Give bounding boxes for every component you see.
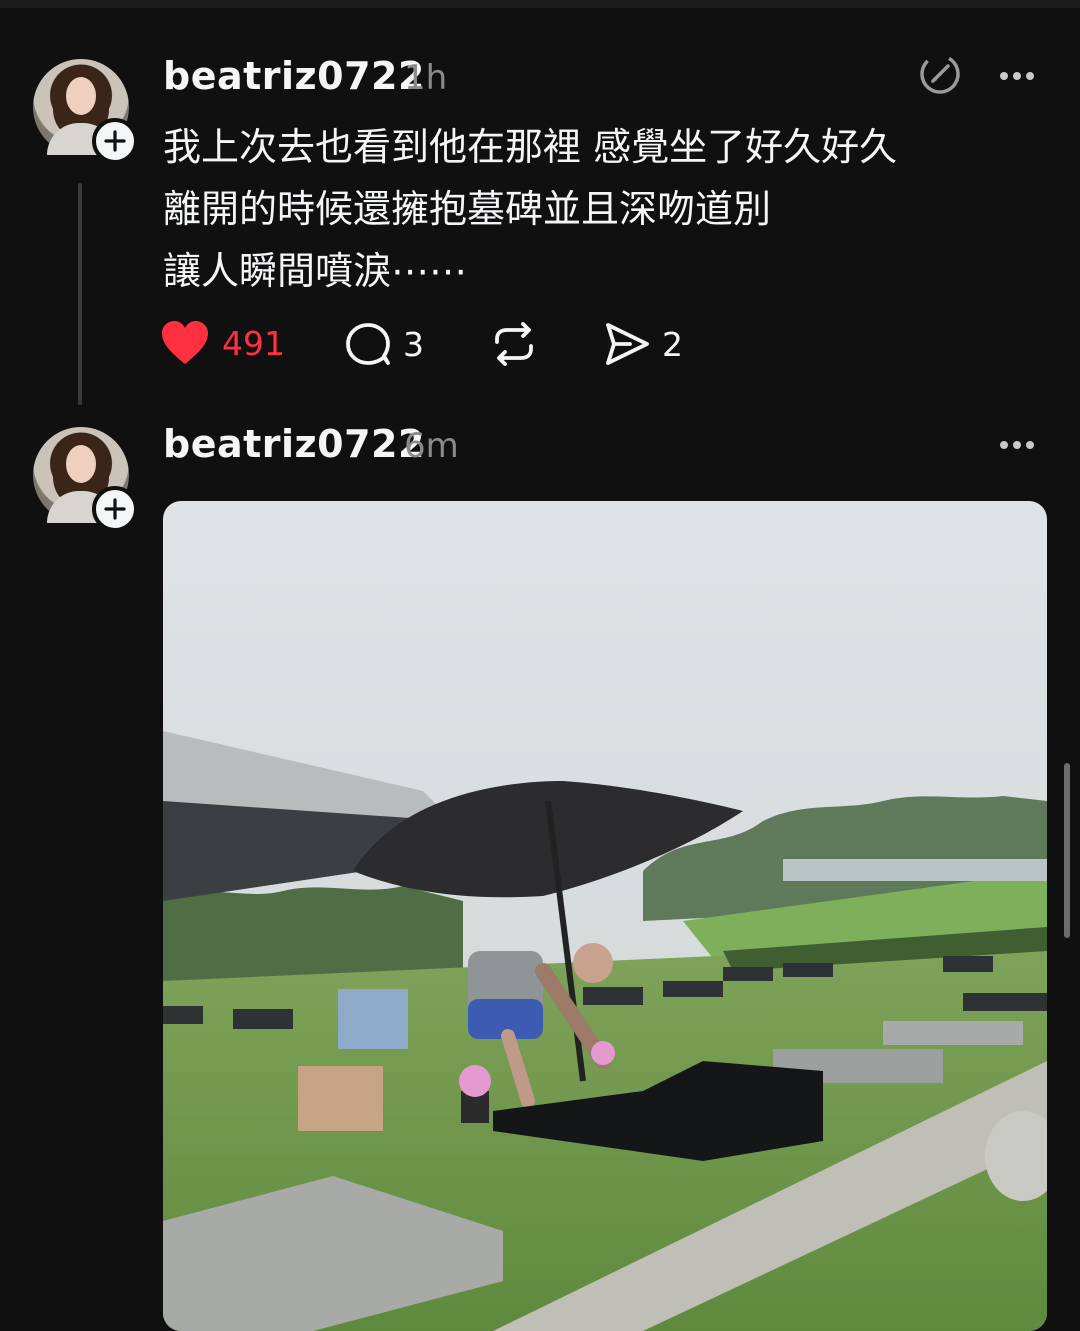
post-timestamp: 1h — [404, 58, 448, 98]
plus-icon — [104, 498, 126, 520]
heart-icon — [162, 321, 208, 364]
share-button[interactable]: 2 — [604, 321, 683, 367]
repost-button[interactable] — [491, 321, 537, 367]
status-divider — [0, 0, 1080, 8]
like-button[interactable]: 491 — [160, 320, 285, 366]
post-username[interactable]: beatriz0722 — [163, 422, 425, 466]
cemetery-photo — [163, 501, 1047, 1331]
repost-icon — [495, 322, 533, 366]
post-text-line: 離開的時候還擁抱墓碑並且深吻道別 — [163, 187, 772, 231]
follow-button[interactable] — [92, 486, 138, 532]
scrollbar[interactable] — [1064, 763, 1070, 938]
share-count: 2 — [662, 324, 683, 364]
post-username[interactable]: beatriz0722 — [163, 54, 425, 98]
more-button[interactable] — [1000, 441, 1034, 449]
post-photo[interactable] — [163, 501, 1047, 1331]
post-text-line: 我上次去也看到他在那裡 感覺坐了好久好久 — [163, 125, 898, 169]
post-text-line: 讓人瞬間噴淚⋯⋯ — [163, 249, 468, 293]
thread-line — [78, 183, 82, 405]
comment-icon — [346, 323, 390, 365]
more-button[interactable] — [1000, 72, 1034, 80]
more-icon — [1000, 72, 1008, 80]
plus-icon — [104, 130, 126, 152]
like-count: 491 — [222, 323, 285, 363]
follow-button[interactable] — [92, 118, 138, 164]
comment-button[interactable]: 3 — [345, 322, 424, 366]
more-icon — [1000, 441, 1008, 449]
comment-count: 3 — [403, 324, 424, 364]
post-timestamp: 6m — [404, 426, 459, 466]
share-icon — [606, 323, 649, 365]
edit-icon[interactable] — [918, 52, 962, 96]
